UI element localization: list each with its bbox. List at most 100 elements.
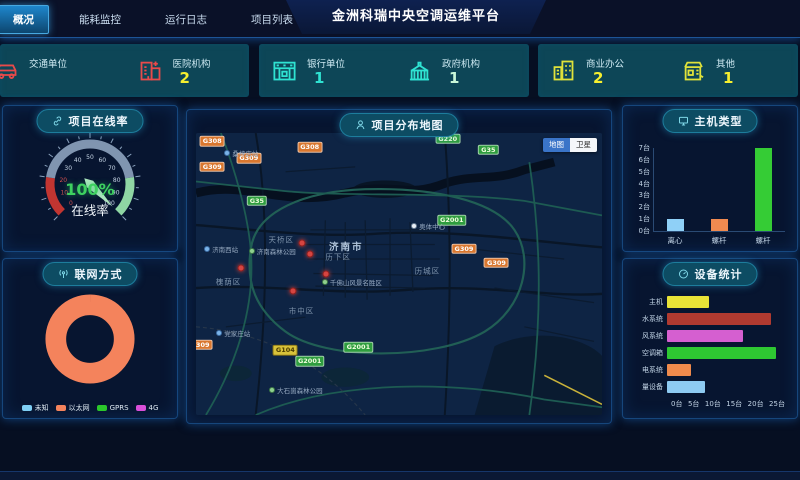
x-axis-tick: 10台 xyxy=(705,399,721,409)
building-icon xyxy=(680,57,707,84)
district-label: 历下区 xyxy=(325,252,351,263)
page-title: 金洲科瑞中央空调运维平台 xyxy=(286,0,546,33)
x-axis-tick: 15台 xyxy=(726,399,742,409)
panel-title: 项目分布地图 xyxy=(372,117,444,133)
bar xyxy=(755,148,772,231)
stat-card[interactable]: 其他1 xyxy=(668,44,798,97)
nav-tab[interactable]: 概况 xyxy=(0,5,49,34)
top-nav: 概况能耗监控运行日志项目列表视频监控 金洲科瑞中央空调运维平台 xyxy=(0,0,800,38)
stat-card-group: 银行单位1政府机构1 xyxy=(259,44,529,97)
poi-label: 奥体中心 xyxy=(419,221,445,231)
hbar-row: 电系统 xyxy=(629,361,785,378)
bar xyxy=(667,381,705,393)
panel-network-type: 联网方式 未知 以太网 GPRS 4G xyxy=(2,258,178,419)
stat-card-value: 1 xyxy=(716,71,735,86)
hospital-icon xyxy=(137,57,164,84)
map-type-button[interactable]: 卫星 xyxy=(570,138,597,152)
app-title-block: 金洲科瑞中央空调运维平台 xyxy=(286,0,546,34)
hbar-track xyxy=(667,296,785,308)
project-marker[interactable] xyxy=(322,271,329,278)
bar xyxy=(667,296,709,308)
poi-label: 党家庄站 xyxy=(224,328,250,338)
x-axis-label: 螺杆 xyxy=(756,235,771,246)
hbar-track xyxy=(667,330,785,342)
bar xyxy=(667,313,771,325)
bar xyxy=(667,219,684,231)
y-axis-tick: 7台 xyxy=(639,143,650,153)
network-donut-wrap xyxy=(3,285,177,393)
project-marker[interactable] xyxy=(290,287,297,294)
poi-dot-icon xyxy=(204,246,210,252)
stat-card-value: 1 xyxy=(442,71,480,86)
poi-label: 济南森林公园 xyxy=(257,246,296,256)
y-axis-tick: 4台 xyxy=(639,179,650,189)
legend-item[interactable]: 以太网 xyxy=(56,403,90,413)
stat-card-label: 政府机构 xyxy=(442,56,480,70)
legend-swatch xyxy=(136,405,146,411)
road-badge: G309 xyxy=(196,339,213,350)
nav-tab[interactable]: 运行日志 xyxy=(151,6,221,33)
x-axis-ticks: 0台5台10台15台20台25台 xyxy=(671,399,785,409)
legend-swatch xyxy=(97,405,107,411)
stat-card[interactable]: 政府机构1 xyxy=(394,44,529,97)
stat-card-label: 其他 xyxy=(716,56,735,70)
monitor-icon xyxy=(678,115,690,127)
x-axis-tick: 20台 xyxy=(748,399,764,409)
x-axis-tick: 25台 xyxy=(769,399,785,409)
stat-card[interactable]: 商业办公2 xyxy=(538,44,668,97)
car-icon xyxy=(0,57,20,84)
stat-card[interactable]: 银行单位1 xyxy=(259,44,394,97)
panel-title: 主机类型 xyxy=(695,113,743,129)
poi-label: 千佛山风景名胜区 xyxy=(330,277,382,287)
svg-text:60: 60 xyxy=(98,157,106,164)
svg-text:50: 50 xyxy=(86,154,94,161)
panel-header-network: 联网方式 xyxy=(43,262,138,286)
hbar-row: 空调箱 xyxy=(629,344,785,361)
hbar-label: 量设备 xyxy=(629,382,667,392)
x-axis-label: 螺杆 xyxy=(712,235,727,246)
legend-item[interactable]: 4G xyxy=(136,403,159,413)
hbar-label: 风系统 xyxy=(629,331,667,341)
legend-item[interactable]: GPRS xyxy=(97,403,129,413)
stat-card-value xyxy=(29,71,67,86)
panel-title: 设备统计 xyxy=(695,266,743,282)
hbar-track xyxy=(667,364,785,376)
panel-project-map: 项目分布地图 xyxy=(186,109,612,424)
x-axis-tick: 0台 xyxy=(671,399,682,409)
link-icon xyxy=(52,115,64,127)
district-label: 市中区 xyxy=(289,305,315,316)
legend-item[interactable]: 未知 xyxy=(22,403,49,413)
svg-text:30: 30 xyxy=(64,165,72,172)
project-marker[interactable] xyxy=(298,239,305,246)
bar xyxy=(667,347,776,359)
poi-marker: 桑梓店站 xyxy=(224,148,258,158)
panel-host-type: 主机类型 0台1台2台3台4台5台6台7台 离心螺杆螺杆 xyxy=(622,105,798,252)
legend-label: 以太网 xyxy=(69,403,90,413)
meter-icon xyxy=(678,268,690,280)
stat-card[interactable]: 交通单位 xyxy=(0,44,125,97)
poi-dot-icon xyxy=(224,150,230,156)
road-badge: G35 xyxy=(247,195,267,206)
online-rate-value: 100% xyxy=(3,180,177,199)
map-type-button[interactable]: 地图 xyxy=(543,138,570,152)
road-badge: G35 xyxy=(478,145,498,156)
stat-card-value: 2 xyxy=(586,71,624,86)
hbar-label: 水系统 xyxy=(629,314,667,324)
hbar-label: 空调箱 xyxy=(629,348,667,358)
project-marker[interactable] xyxy=(306,251,313,258)
poi-marker: 千佛山风景名胜区 xyxy=(322,277,382,287)
hbar-row: 量设备 xyxy=(629,378,785,395)
y-axis-tick: 1台 xyxy=(639,214,650,224)
hbar-track xyxy=(667,381,785,393)
hbar-label: 电系统 xyxy=(629,365,667,375)
stat-card[interactable]: 医院机构2 xyxy=(125,44,250,97)
road-badge: G309 xyxy=(484,257,509,268)
map-canvas[interactable]: 天桥区槐荫区历下区市中区历城区济南市G308G309G309G308G220G3… xyxy=(196,133,602,415)
project-marker[interactable] xyxy=(237,265,244,272)
poi-marker: 济南西站 xyxy=(204,244,238,254)
map-type-toggle: 地图卫星 xyxy=(543,138,597,152)
nav-tab[interactable]: 能耗监控 xyxy=(65,6,135,33)
road-badge: G309 xyxy=(452,243,477,254)
panel-online-rate: 项目在线率 0102030405060708090100 100% 在线率 xyxy=(2,105,178,252)
road-badge: G309 xyxy=(200,162,225,173)
